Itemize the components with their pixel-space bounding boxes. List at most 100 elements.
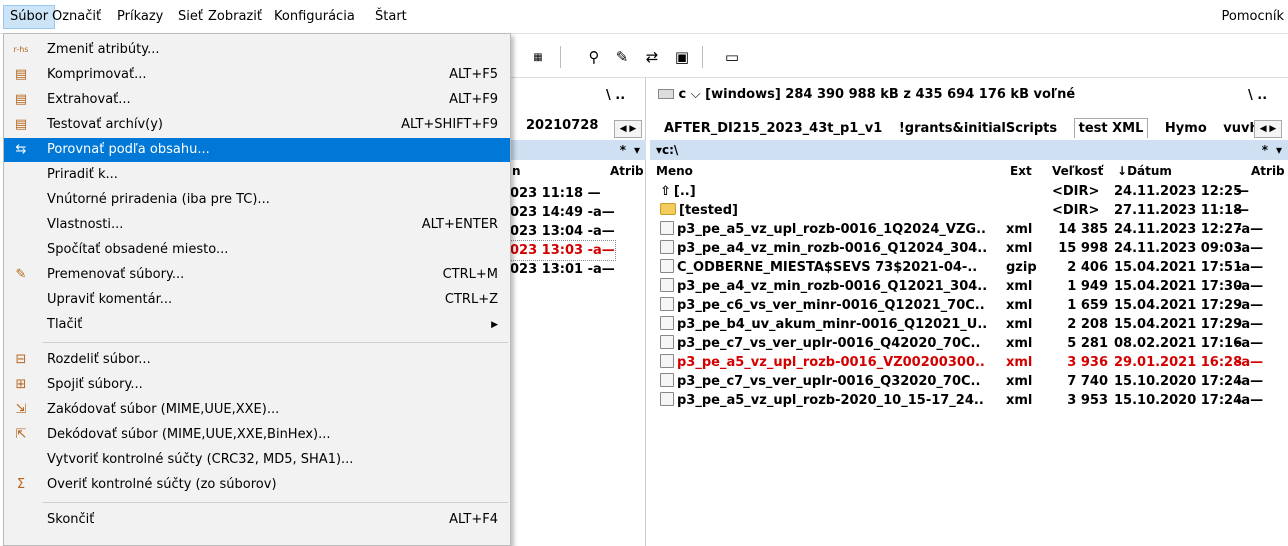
file-row-ext[interactable]: xml [1006,315,1032,334]
file-row-name[interactable]: p3_pe_a5_vz_upl_rozb-2020_10_15-17_24.. [660,391,984,410]
file-row-ext[interactable]: xml [1006,372,1032,391]
file-menu-item[interactable]: ⇆ Porovnať podľa obsahu... [4,138,510,162]
tab-scroll-arrows[interactable]: ◀ ▶ [614,120,642,138]
root-dir-button[interactable]: \ .. [1248,88,1267,103]
menu-help[interactable]: Pomocník [1222,9,1284,24]
file-menu-item[interactable]: ▤ Testovať archív(y) ALT+SHIFT+F9 [4,113,510,137]
left-row[interactable]: 023 11:18 — [510,184,601,203]
file-row-name[interactable]: ⇧ [..] [660,182,696,201]
file-row-name[interactable]: p3_pe_c6_vs_ver_minr-0016_Q12021_70C.. [660,296,985,315]
file-menu-item[interactable]: Vnútorné priradenia (iba pre TC)... [4,188,510,212]
tab-after-di215[interactable]: AFTER_DI215_2023_43t_p1_v1 [664,121,882,136]
file-menu-item[interactable]: ⇱ Dekódovať súbor (MIME,UUE,XXE,BinHex)..… [4,423,510,447]
file-row-name[interactable]: p3_pe_a4_vz_min_rozb-0016_Q12024_304.. [660,239,987,258]
tab-grants[interactable]: !grants&initialScripts [899,121,1057,136]
file-menu-item[interactable]: Σ Overiť kontrolné súčty (zo súborov) [4,473,510,497]
left-row[interactable]: 023 13:03 -a— [509,240,616,261]
file-row-attr[interactable]: -a— [1236,353,1263,372]
file-menu-item[interactable]: Upraviť komentár... CTRL+Z [4,288,510,312]
tab-test-xml[interactable]: test XML [1073,118,1149,138]
right-path-bar[interactable]: ▾c:\ * ▾ [650,140,1288,160]
col-size[interactable]: Veľkosť [1052,162,1103,180]
left-col-attr[interactable]: Atrib [610,162,644,180]
file-row-date[interactable]: 15.10.2020 17:24 [1114,372,1242,391]
left-tab-label[interactable]: 20210728 [526,118,598,133]
file-row-ext[interactable]: xml [1006,220,1032,239]
binoculars-icon[interactable]: ⚲ [584,47,604,67]
file-row-date[interactable]: 27.11.2023 11:18 [1114,201,1242,220]
col-ext[interactable]: Ext [1010,162,1032,180]
chevron-down-icon[interactable]: ⌵ [691,87,701,102]
menu-commands[interactable]: Príkazy [117,9,163,25]
file-row-name[interactable]: p3_pe_c7_vs_ver_uplr-0016_Q32020_70C.. [660,372,980,391]
col-attr[interactable]: Atrib [1251,162,1285,180]
file-row-date[interactable]: 15.04.2021 17:29 [1114,315,1242,334]
file-row-ext[interactable]: xml [1006,239,1032,258]
menu-file[interactable]: Súbor [3,5,56,29]
menu-configuration[interactable]: Konfigurácia [274,9,355,25]
file-row-attr[interactable]: -a— [1236,258,1263,277]
file-row-name[interactable]: p3_pe_c7_vs_ver_uplr-0016_Q42020_70C.. [660,334,980,353]
file-menu-item[interactable]: ▤ Extrahovať... ALT+F9 [4,88,510,112]
file-row-date[interactable]: 24.11.2023 12:25 [1114,182,1242,201]
file-row-attr[interactable]: -a— [1236,372,1263,391]
file-row-ext[interactable]: xml [1006,296,1032,315]
file-menu-item[interactable]: ✎ Premenovať súbory... CTRL+M [4,263,510,287]
file-row-date[interactable]: 24.11.2023 09:03 [1114,239,1242,258]
menu-view[interactable]: Zobraziť [208,9,262,25]
left-row[interactable]: 023 14:49 -a— [510,203,615,222]
tab-scroll-arrows[interactable]: ◀ ▶ [1254,120,1282,138]
file-menu-item[interactable]: Vytvoriť kontrolné súčty (CRC32, MD5, SH… [4,448,510,472]
rename-tool-icon[interactable]: ✎ [612,47,632,67]
file-row-date[interactable]: 15.04.2021 17:30 [1114,277,1242,296]
file-row-date[interactable]: 15.10.2020 17:24 [1114,391,1242,410]
menu-net[interactable]: Sieť [178,9,203,25]
file-row-ext[interactable]: xml [1006,334,1032,353]
file-row-date[interactable]: 08.02.2021 17:16 [1114,334,1242,353]
left-row[interactable]: 023 13:01 -a— [510,260,615,279]
file-row-name[interactable]: [tested] [660,201,738,220]
clipboard-icon[interactable]: ▣ [672,47,692,67]
file-row-ext[interactable]: xml [1006,353,1032,372]
file-menu-item[interactable]: Priradiť k... [4,163,510,187]
file-menu-item[interactable]: ⊞ Spojiť súbory... [4,373,510,397]
menu-mark[interactable]: Označiť [52,9,101,25]
file-row-attr[interactable]: -a— [1236,334,1263,353]
file-row-attr[interactable]: -a— [1236,277,1263,296]
file-menu-item[interactable]: Vlastnosti... ALT+ENTER [4,213,510,237]
drive-letter[interactable]: c [679,87,687,102]
tab-hymo[interactable]: Hymo [1165,121,1207,136]
file-row-attr[interactable]: -a— [1236,220,1263,239]
notepad-icon[interactable]: ▭ [722,47,742,67]
col-name[interactable]: Meno [656,162,693,180]
left-col-name[interactable]: n [512,162,521,180]
file-menu-item[interactable]: Spočítať obsadené miesto... [4,238,510,262]
file-menu-item[interactable]: ▤ Komprimovať... ALT+F5 [4,63,510,87]
file-row-name[interactable]: p3_pe_a4_vz_min_rozb-0016_Q12021_304.. [660,277,987,296]
menu-start[interactable]: Štart [375,9,407,25]
col-date[interactable]: ↓Dátum [1117,162,1172,180]
file-row-attr[interactable]: -a— [1236,391,1263,410]
file-row-name[interactable]: C_ODBERNE_MIESTA$SEVS 73$2021-04-.. [660,258,977,277]
file-menu-item[interactable]: ⊟ Rozdeliť súbor... [4,348,510,372]
file-row-date[interactable]: 24.11.2023 12:27 [1114,220,1242,239]
file-row-name[interactable]: p3_pe_a5_vz_upl_rozb-0016_1Q2024_VZG.. [660,220,986,239]
file-row-date[interactable]: 15.04.2021 17:29 [1114,296,1242,315]
file-row-name[interactable]: p3_pe_a5_vz_upl_rozb-0016_VZ00200300.. [660,353,985,372]
url-icon[interactable]: ▦ [528,47,548,67]
file-row-name[interactable]: p3_pe_b4_uv_akum_minr-0016_Q12021_U.. [660,315,987,334]
file-row-ext[interactable]: xml [1006,391,1032,410]
file-menu-item[interactable]: ⇲ Zakódovať súbor (MIME,UUE,XXE)... [4,398,510,422]
file-row-date[interactable]: 15.04.2021 17:51 [1114,258,1242,277]
file-row-attr[interactable]: -a— [1236,239,1263,258]
left-row[interactable]: 023 13:04 -a— [510,222,615,241]
file-menu-item[interactable]: Tlačiť ▶ [4,313,510,337]
file-row-attr[interactable]: — [1236,182,1249,201]
file-row-attr[interactable]: -a— [1236,296,1263,315]
file-row-attr[interactable]: — [1236,201,1249,220]
sync-dirs-icon[interactable]: ⇄ [642,47,662,67]
file-row-date[interactable]: 29.01.2021 16:28 [1114,353,1242,372]
root-dir-button[interactable]: \ .. [606,88,625,103]
file-menu-item[interactable]: r-hs Zmeniť atribúty... [4,38,510,62]
file-menu-item[interactable]: Skončiť ALT+F4 [4,508,510,532]
